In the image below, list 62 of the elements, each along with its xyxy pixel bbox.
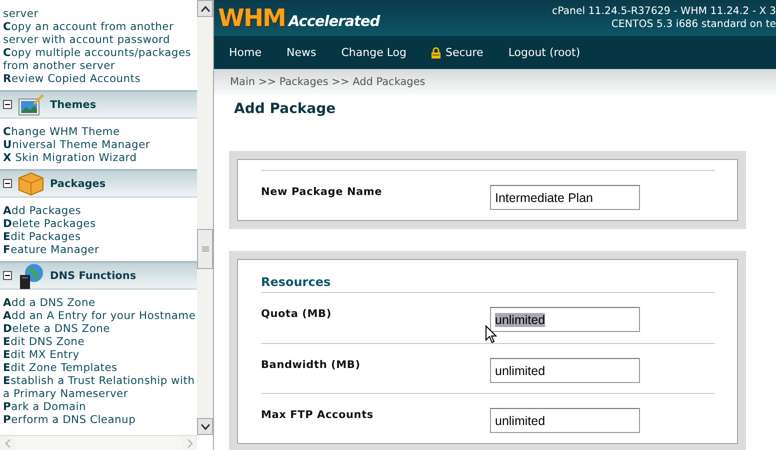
section-header[interactable]: Themes (0, 90, 197, 119)
sidebar-link[interactable]: Delete a DNS Zone (3, 322, 197, 335)
nav-link[interactable]: News (286, 46, 316, 59)
system-text: CENTOS 5.3 i686 standard on te (611, 18, 776, 31)
sidebar-link[interactable]: Add a DNS Zone (3, 296, 197, 309)
section-heading: Resources (261, 270, 715, 293)
whm-logo: WHM Accelerated (218, 4, 380, 32)
section-header[interactable]: DNS Functions (0, 261, 197, 290)
sidebar-link[interactable]: Park a Domain (3, 400, 197, 413)
nav-link[interactable]: Logout (root) (508, 46, 580, 59)
lock-icon (431, 46, 442, 58)
nav-link[interactable]: Home (229, 46, 262, 59)
section-title: Packages (50, 178, 106, 190)
caret-up-icon (200, 6, 210, 12)
box-icon (18, 172, 44, 196)
input-field[interactable]: unlimited (490, 307, 640, 332)
nav-link[interactable]: Change Log (341, 46, 406, 59)
page-title: Add Package (234, 101, 337, 119)
version-text: cPanel 11.24.5-R37629 - WHM 11.24.2 - X 3 (552, 5, 776, 18)
caret-left-icon (4, 438, 10, 448)
input-field[interactable]: Intermediate Plan (490, 185, 640, 210)
sidebar-link[interactable]: Add an A Entry for your Hostname (3, 309, 197, 322)
sidebar-link[interactable]: Feature Manager (3, 243, 197, 256)
collapse-icon[interactable] (3, 100, 12, 109)
sidebar-link[interactable]: Edit DNS Zone (3, 335, 197, 348)
scroll-down-button[interactable] (197, 418, 213, 435)
sidebar-link[interactable]: Perform a DNS Cleanup (3, 413, 197, 426)
input-field[interactable]: unlimited (490, 358, 640, 383)
sidebar-link[interactable]: Delete Packages (3, 217, 197, 230)
sidebar-link[interactable]: server (3, 7, 197, 20)
section-title: Themes (50, 98, 96, 110)
field-label: New Package Name (261, 185, 384, 198)
field-value: unlimited (495, 312, 546, 326)
breadcrumb: Main >> Packages >> Add Packages (230, 76, 426, 88)
caret-right-icon (186, 438, 192, 448)
sidebar-link[interactable]: X Skin Migration Wizard (3, 151, 197, 164)
field-label: Quota (MB) (261, 307, 332, 320)
section-header[interactable]: Packages (0, 169, 197, 198)
scroll-up-button[interactable] (197, 0, 213, 17)
input-field[interactable]: unlimited (490, 408, 640, 433)
nav-link[interactable]: Secure (445, 46, 484, 59)
field-value: Intermediate Plan (495, 190, 593, 204)
sidebar-link[interactable]: Edit Zone Templates (3, 361, 197, 374)
picture-brush-icon (18, 94, 44, 116)
globe-server-icon (18, 262, 44, 288)
vertical-scrollbar[interactable] (197, 0, 213, 435)
sidebar-link[interactable]: Change WHM Theme (3, 125, 197, 138)
field-value: unlimited (495, 414, 546, 428)
sidebar-link[interactable]: Review Copied Accounts (3, 72, 197, 85)
caret-down-icon (200, 424, 210, 430)
sidebar-link[interactable]: Add Packages (3, 204, 197, 217)
collapse-icon[interactable] (3, 271, 12, 280)
collapse-icon[interactable] (3, 179, 12, 188)
sidebar-link[interactable]: Edit Packages (3, 230, 197, 243)
field-value: unlimited (495, 364, 546, 378)
field-label: Max FTP Accounts (261, 408, 374, 421)
mouse-pointer-icon (485, 325, 497, 344)
field-label: Bandwidth (MB) (261, 358, 362, 371)
sidebar-link[interactable]: Universal Theme Manager (3, 138, 197, 151)
section-title: DNS Functions (50, 270, 136, 282)
sidebar-link[interactable]: Edit MX Entry (3, 348, 197, 361)
scroll-thumb[interactable] (197, 229, 213, 269)
